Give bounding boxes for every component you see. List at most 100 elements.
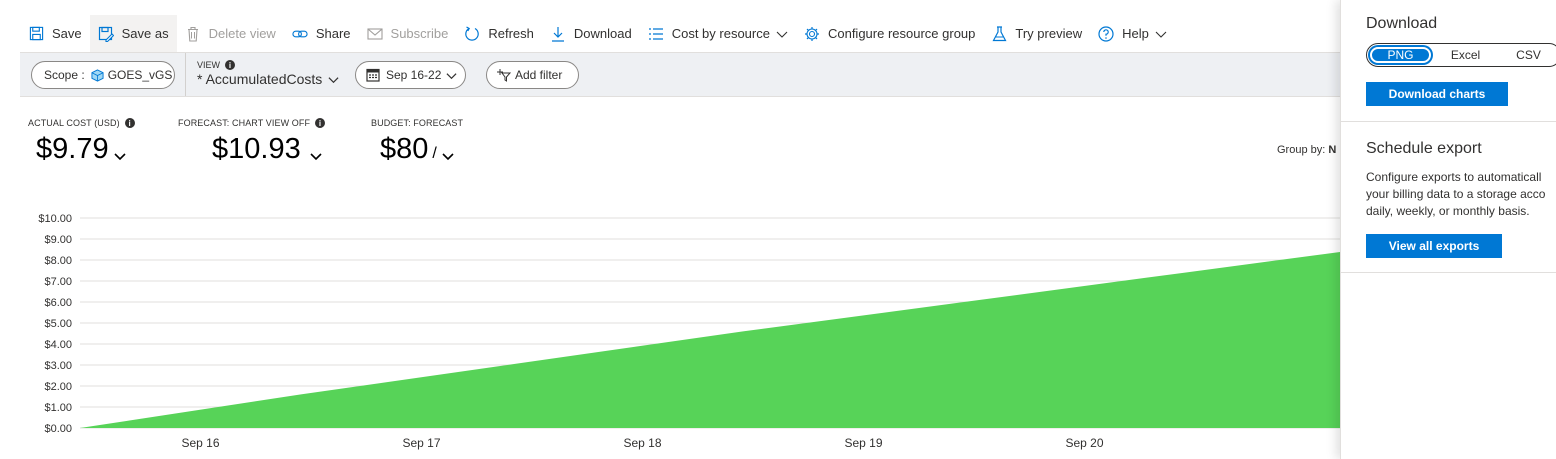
try-preview-label: Try preview <box>1015 26 1083 41</box>
scope-label: Scope : <box>44 68 85 82</box>
flask-icon <box>991 25 1007 42</box>
chart-x-axis: Sep 16 Sep 17 Sep 18 Sep 19 Sep 20 <box>181 436 1103 450</box>
download-charts-button[interactable]: Download charts <box>1366 82 1508 106</box>
chart-y-tick-label: $6.00 <box>44 297 72 309</box>
chart-y-tick-label: $8.00 <box>44 255 72 267</box>
schedule-export-title: Schedule export <box>1366 140 1482 157</box>
chevron-down-icon <box>776 28 788 40</box>
forecast-kpi: FORECAST: CHART VIEW OFF i $10.93 <box>178 118 326 166</box>
schedule-export-line: daily, weekly, or monthly basis. <box>1366 204 1530 218</box>
format-option-png[interactable]: PNG <box>1369 46 1432 64</box>
add-filter-icon <box>497 68 511 82</box>
chevron-down-icon <box>1155 28 1167 40</box>
panel-divider <box>1341 121 1556 122</box>
info-icon: i <box>315 118 326 128</box>
share-button[interactable]: Share <box>284 15 359 52</box>
configure-resource-group-label: Configure resource group <box>827 26 976 41</box>
try-preview-button[interactable]: Try preview <box>983 15 1090 52</box>
refresh-icon <box>464 25 480 42</box>
mail-icon <box>366 26 383 42</box>
save-icon <box>28 26 44 42</box>
refresh-button[interactable]: Refresh <box>456 15 542 52</box>
chart-y-axis: $0.00 $1.00 $2.00 $3.00 $4.00 $5.00 $6.00 $7.00… <box>38 213 72 435</box>
panel-divider <box>1341 272 1556 273</box>
chart-x-tick-label: Sep 19 <box>844 436 882 450</box>
delete-view-label: Delete view <box>208 26 276 41</box>
download-label: Download <box>573 26 632 41</box>
download-button[interactable]: Download <box>542 15 640 52</box>
calendar-icon <box>366 68 380 82</box>
download-icon <box>550 26 566 42</box>
filter-bar: Scope : GOES_vGS VIEW i * AccumulatedCos… <box>20 52 1360 97</box>
schedule-export-line: your billing data to a storage acco <box>1366 187 1546 201</box>
budget-kpi: BUDGET: FORECAST $80 / <box>371 118 463 166</box>
date-range-label: Sep 16-22 <box>386 68 442 82</box>
save-as-button[interactable]: Save as <box>89 15 177 52</box>
chevron-down-icon[interactable] <box>114 150 126 162</box>
chevron-down-icon[interactable] <box>310 150 322 162</box>
chart-x-tick-label: Sep 18 <box>623 436 661 450</box>
chart-x-tick-label: Sep 16 <box>181 436 219 450</box>
add-filter-label: Add filter <box>515 68 563 82</box>
chevron-down-icon <box>446 70 457 81</box>
actual-cost-kpi: ACTUAL COST (USD) i $9.79 <box>28 118 135 166</box>
chart-x-tick-label: Sep 20 <box>1065 436 1103 450</box>
chart-area <box>80 251 1340 428</box>
help-icon <box>1098 25 1114 42</box>
resource-group-icon <box>91 68 104 82</box>
chart-area-series <box>80 251 1340 428</box>
gear-icon <box>804 26 820 42</box>
format-option-csv[interactable]: CSV <box>1497 48 1556 62</box>
chart-y-tick-label: $3.00 <box>44 360 72 372</box>
forecast-value: $10.93 <box>212 133 301 165</box>
info-icon: i <box>225 60 236 70</box>
schedule-export-line: Configure exports to automaticall <box>1366 170 1542 184</box>
chart-y-tick-label: $4.00 <box>44 339 72 351</box>
share-link-icon <box>292 26 308 42</box>
chart-y-tick-label: $2.00 <box>44 381 72 393</box>
view-label: VIEW <box>197 60 221 70</box>
scope-value: GOES_vGS <box>107 68 173 82</box>
forecast-label: FORECAST: CHART VIEW OFF <box>178 118 311 128</box>
chart-y-tick-label: $0.00 <box>44 423 72 435</box>
format-selector: PNG Excel CSV <box>1366 43 1556 67</box>
cost-by-resource-dropdown[interactable]: Cost by resource <box>640 15 796 52</box>
configure-resource-group-button[interactable]: Configure resource group <box>796 15 983 52</box>
chevron-down-icon <box>328 74 339 85</box>
download-title: Download <box>1366 15 1438 32</box>
chart-y-tick-label: $10.00 <box>38 213 72 225</box>
save-as-label: Save as <box>121 26 169 41</box>
share-label: Share <box>315 26 351 41</box>
chart-x-tick-label: Sep 17 <box>402 436 440 450</box>
chart-y-tick-label: $7.00 <box>44 276 72 288</box>
delete-view-button[interactable]: Delete view <box>177 15 284 52</box>
help-label: Help <box>1122 26 1149 41</box>
budget-label: BUDGET: FORECAST <box>371 118 464 128</box>
trash-icon <box>185 26 201 42</box>
list-icon <box>648 26 664 42</box>
group-by-label: Group by: <box>1277 144 1326 156</box>
accumulated-cost-chart: $0.00 $1.00 $2.00 $3.00 $4.00 $5.00 $6.00 $7.00… <box>38 213 1340 450</box>
view-all-exports-button[interactable]: View all exports <box>1366 234 1502 258</box>
help-dropdown[interactable]: Help <box>1090 15 1175 52</box>
group-by[interactable]: Group by: N <box>1277 144 1336 156</box>
schedule-export-description: Configure exports to automaticall your b… <box>1366 169 1556 220</box>
actual-cost-label: ACTUAL COST (USD) <box>28 118 120 128</box>
chart-y-tick-label: $9.00 <box>44 234 72 246</box>
budget-separator: / <box>432 145 437 162</box>
format-option-excel[interactable]: Excel <box>1434 48 1497 62</box>
command-bar: Save Save as Delete view Share Subscribe… <box>20 15 1175 52</box>
view-selector[interactable]: VIEW i * AccumulatedCosts <box>185 53 339 96</box>
group-by-value: N <box>1328 144 1337 156</box>
subscribe-button[interactable]: Subscribe <box>359 15 457 52</box>
budget-value: $80 <box>380 133 429 165</box>
date-range-picker[interactable]: Sep 16-22 <box>355 61 466 89</box>
download-panel: Download PNG Excel CSV Download charts S… <box>1340 0 1556 459</box>
save-button[interactable]: Save <box>20 15 90 52</box>
scope-pill[interactable]: Scope : GOES_vGS <box>31 61 175 89</box>
chevron-down-icon[interactable] <box>442 150 454 162</box>
add-filter-button[interactable]: Add filter <box>486 61 579 89</box>
refresh-label: Refresh <box>488 26 534 41</box>
chart-y-tick-label: $5.00 <box>44 318 72 330</box>
cost-by-resource-label: Cost by resource <box>671 26 770 41</box>
